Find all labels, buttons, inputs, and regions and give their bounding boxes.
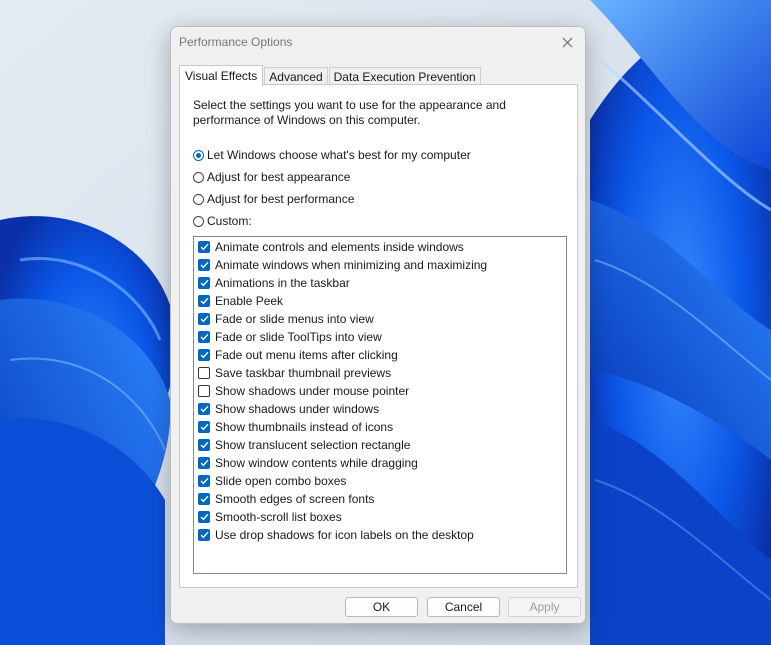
checkmark-icon (200, 315, 209, 323)
radio-label: Custom: (207, 214, 252, 228)
list-item-label: Show shadows under windows (215, 402, 380, 416)
list-item[interactable]: Show thumbnails instead of icons (198, 418, 393, 436)
list-item-label: Slide open combo boxes (215, 474, 347, 488)
checkbox[interactable] (198, 331, 210, 343)
checkmark-icon (200, 441, 209, 449)
list-item[interactable]: Smooth edges of screen fonts (198, 490, 374, 508)
list-item[interactable]: Show translucent selection rectangle (198, 436, 410, 454)
list-item[interactable]: Animations in the taskbar (198, 274, 350, 292)
visual-effects-list[interactable]: Animate controls and elements inside win… (193, 236, 567, 574)
checkbox[interactable] (198, 403, 210, 415)
checkbox[interactable] (198, 511, 210, 523)
close-icon (562, 37, 572, 47)
checkmark-icon (200, 459, 209, 467)
list-item[interactable]: Show shadows under windows (198, 400, 379, 418)
checkbox[interactable] (198, 475, 210, 487)
checkmark-icon (200, 423, 209, 431)
list-item-label: Use drop shadows for icon labels on the … (215, 528, 474, 542)
checkbox[interactable] (198, 259, 210, 271)
checkbox[interactable] (198, 385, 210, 397)
list-item-label: Smooth-scroll list boxes (215, 510, 342, 524)
radio-option[interactable]: Adjust for best performance (193, 191, 354, 207)
checkbox[interactable] (198, 529, 210, 541)
list-item[interactable]: Slide open combo boxes (198, 472, 346, 490)
apply-button[interactable]: Apply (508, 597, 581, 617)
radio-label: Let Windows choose what's best for my co… (207, 148, 471, 162)
checkmark-icon (200, 405, 209, 413)
checkbox[interactable] (198, 493, 210, 505)
tab-visual-effects[interactable]: Visual Effects (179, 65, 264, 86)
checkmark-icon (200, 477, 209, 485)
dialog-title: Performance Options (179, 35, 293, 49)
list-item-label: Fade or slide ToolTips into view (215, 330, 382, 344)
checkbox[interactable] (198, 367, 210, 379)
checkbox[interactable] (198, 421, 210, 433)
checkbox[interactable] (198, 349, 210, 361)
list-item[interactable]: Use drop shadows for icon labels on the … (198, 526, 474, 544)
radio-selected-icon[interactable] (193, 149, 204, 161)
list-item[interactable]: Show shadows under mouse pointer (198, 382, 409, 400)
radio-option[interactable]: Adjust for best appearance (193, 169, 350, 185)
list-item-label: Save taskbar thumbnail previews (215, 366, 392, 380)
checkmark-icon (200, 531, 209, 539)
radio-option[interactable]: Custom: (193, 213, 252, 229)
radio-label: Adjust for best appearance (207, 170, 351, 184)
checkbox[interactable] (198, 295, 210, 307)
checkbox[interactable] (198, 457, 210, 469)
list-item-label: Show window contents while dragging (215, 456, 418, 470)
radio-option[interactable]: Let Windows choose what's best for my co… (193, 147, 471, 163)
checkmark-icon (200, 261, 209, 269)
list-item-label: Show translucent selection rectangle (215, 438, 411, 452)
checkbox[interactable] (198, 241, 210, 253)
radio-unselected-icon[interactable] (193, 215, 204, 227)
list-item[interactable]: Fade or slide menus into view (198, 310, 374, 328)
checkbox[interactable] (198, 313, 210, 325)
list-item-label: Show thumbnails instead of icons (215, 420, 394, 434)
list-item-label: Smooth edges of screen fonts (215, 492, 375, 506)
list-item-label: Animations in the taskbar (215, 276, 350, 290)
list-item[interactable]: Save taskbar thumbnail previews (198, 364, 391, 382)
list-item-label: Show shadows under mouse pointer (215, 384, 410, 398)
list-item[interactable]: Smooth-scroll list boxes (198, 508, 342, 526)
list-item-label: Animate controls and elements inside win… (215, 240, 464, 254)
checkmark-icon (200, 333, 209, 341)
list-item[interactable]: Fade or slide ToolTips into view (198, 328, 382, 346)
tab-strip: Visual Effects Advanced Data Execution P… (179, 65, 482, 86)
cancel-button[interactable]: Cancel (427, 597, 500, 617)
list-item[interactable]: Enable Peek (198, 292, 283, 310)
list-item-label: Animate windows when minimizing and maxi… (215, 258, 488, 272)
checkbox[interactable] (198, 439, 210, 451)
checkmark-icon (200, 495, 209, 503)
list-item[interactable]: Show window contents while dragging (198, 454, 418, 472)
checkmark-icon (200, 513, 209, 521)
checkmark-icon (200, 243, 209, 251)
title-bar[interactable]: Performance Options (171, 27, 585, 57)
performance-options-dialog: Performance Options Visual Effects Advan… (170, 26, 586, 624)
radio-unselected-icon[interactable] (193, 171, 204, 183)
checkmark-icon (200, 297, 209, 305)
list-item-label: Fade out menu items after clicking (215, 348, 398, 362)
ok-button[interactable]: OK (345, 597, 418, 617)
list-item-label: Fade or slide menus into view (215, 312, 374, 326)
list-item[interactable]: Fade out menu items after clicking (198, 346, 398, 364)
close-button[interactable] (555, 31, 579, 53)
visual-effects-panel: Select the settings you want to use for … (179, 84, 578, 588)
list-item[interactable]: Animate controls and elements inside win… (198, 238, 464, 256)
list-item-label: Enable Peek (215, 294, 284, 308)
list-item[interactable]: Animate windows when minimizing and maxi… (198, 256, 487, 274)
checkmark-icon (200, 279, 209, 287)
checkmark-icon (200, 351, 209, 359)
radio-unselected-icon[interactable] (193, 193, 204, 205)
radio-label: Adjust for best performance (207, 192, 355, 206)
panel-description: Select the settings you want to use for … (193, 98, 506, 127)
checkbox[interactable] (198, 277, 210, 289)
